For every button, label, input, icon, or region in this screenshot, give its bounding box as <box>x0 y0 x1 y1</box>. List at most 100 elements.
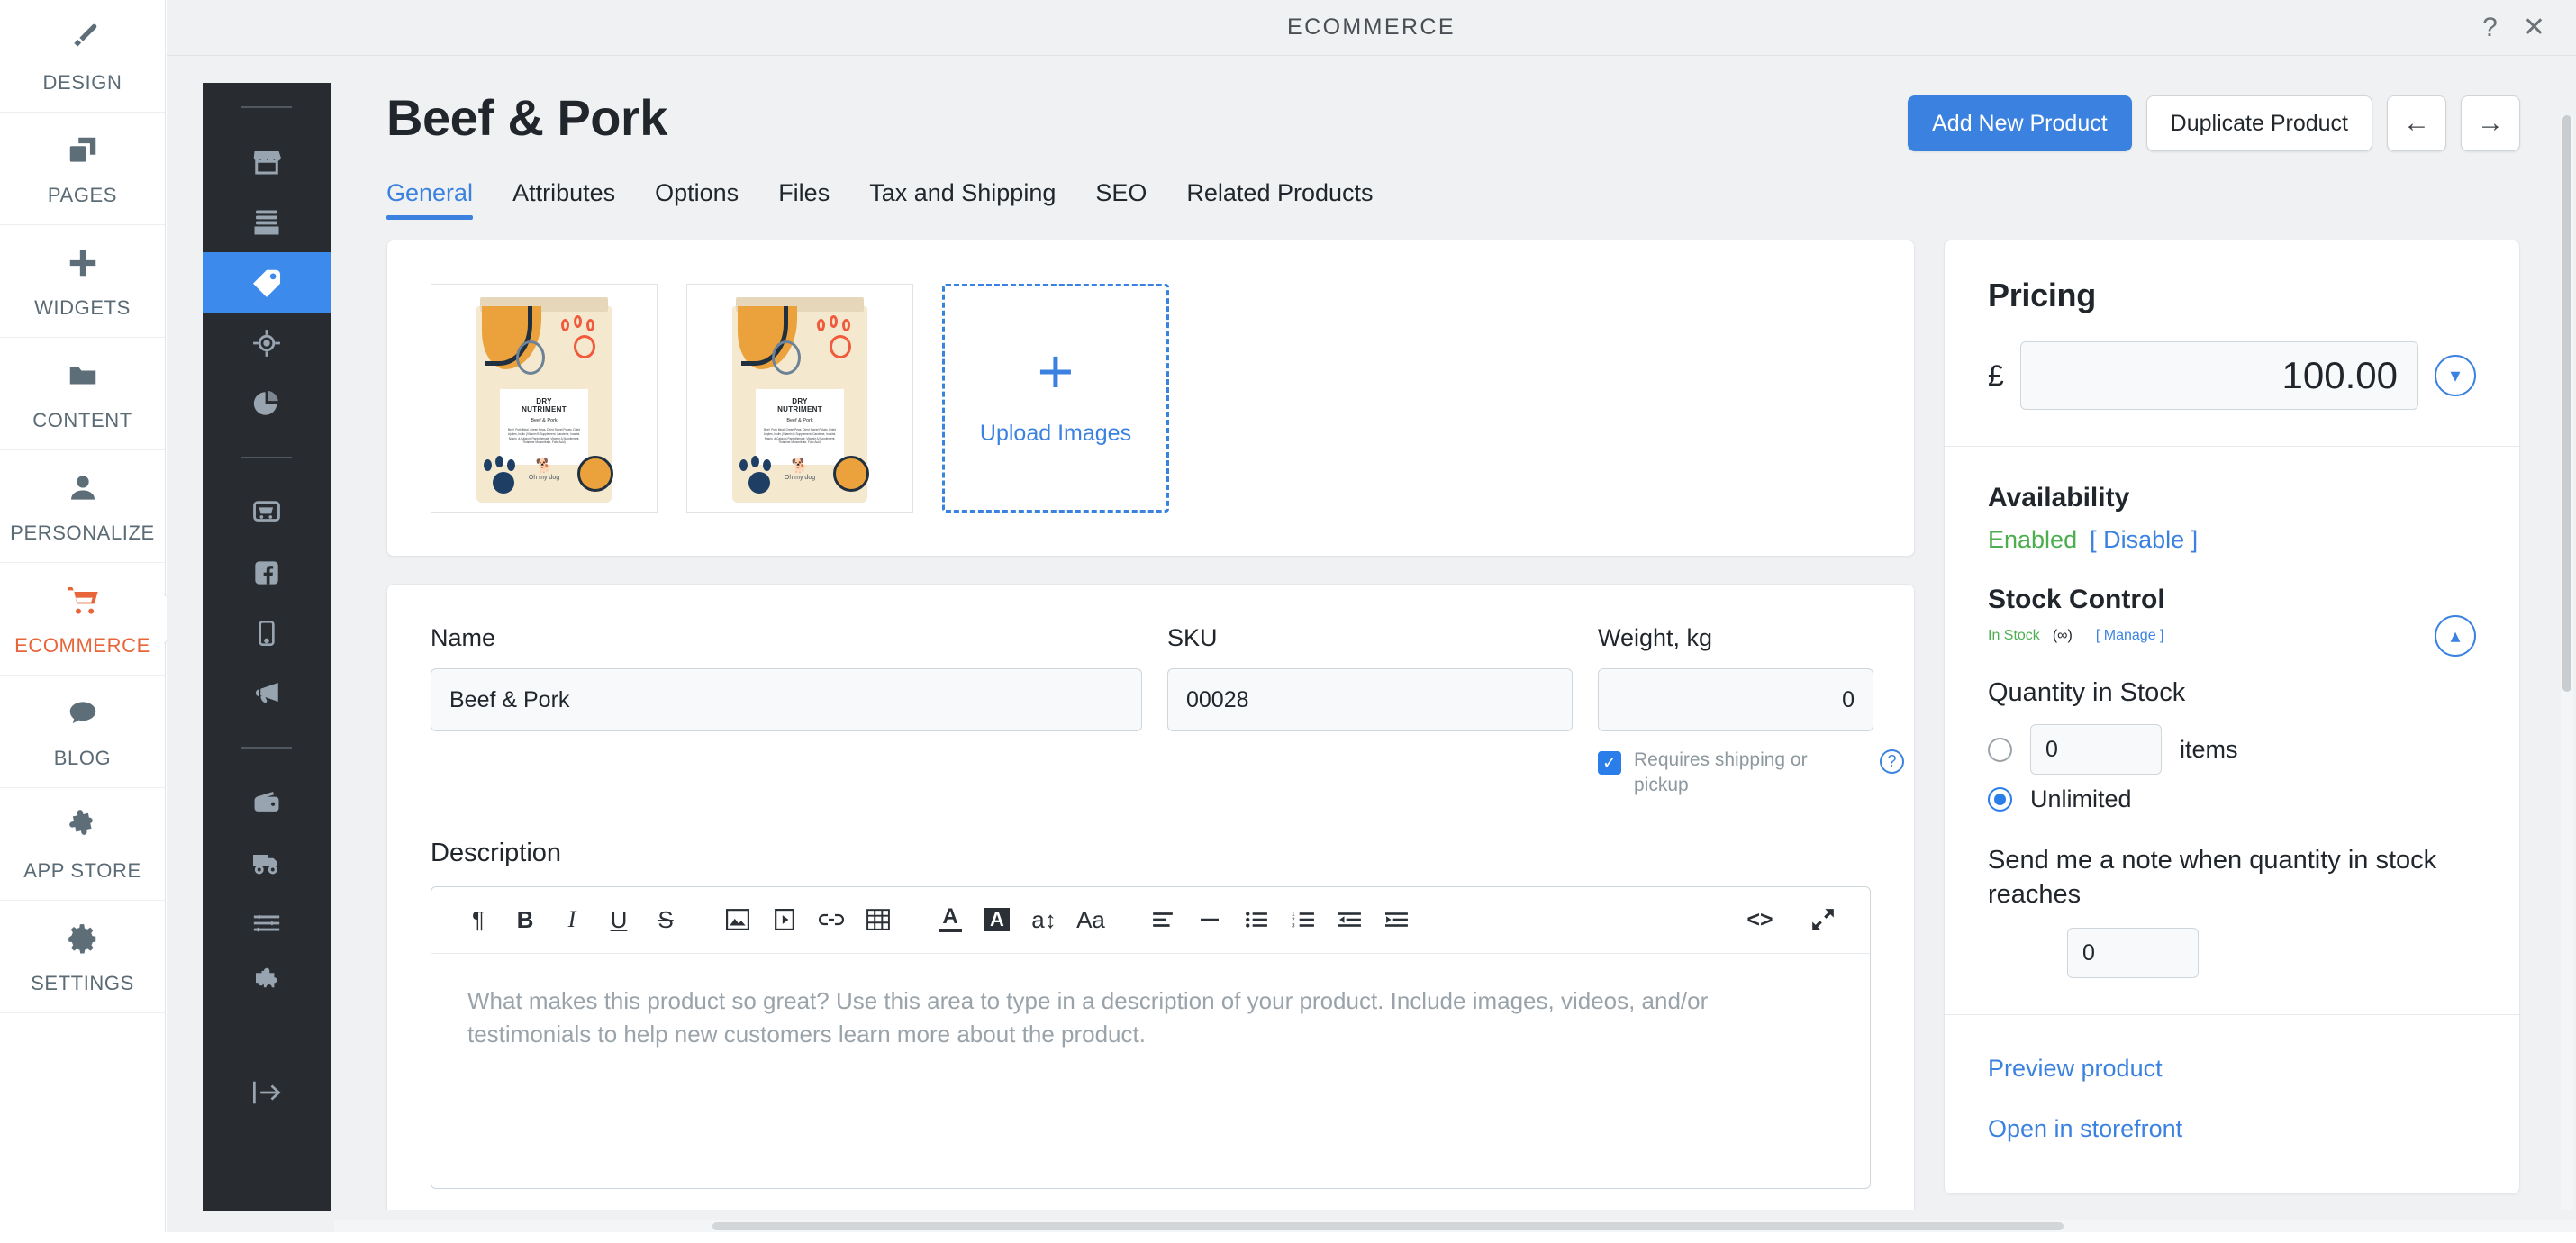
upload-images-dropzone[interactable]: + Upload Images <box>942 284 1169 513</box>
close-icon[interactable]: ✕ <box>2523 14 2545 41</box>
manage-stock-link[interactable]: [ Manage ] <box>2096 628 2164 644</box>
product-image-thumbnail[interactable]: DRY NUTRIMENT Beef & Pork Beef, Pork Mea… <box>431 284 658 513</box>
add-new-product-button[interactable]: Add New Product <box>1908 95 2132 151</box>
availability-status: Enabled <box>1988 526 2078 553</box>
bold-icon[interactable]: B <box>502 896 549 943</box>
preview-product-link[interactable]: Preview product <box>1988 1055 2476 1083</box>
insert-video-icon[interactable] <box>761 896 808 943</box>
outdent-icon[interactable] <box>1327 896 1374 943</box>
person-icon <box>66 467 100 509</box>
name-input[interactable]: Beef & Pork <box>431 668 1142 731</box>
panel-links: Preview product Open in storefront <box>1945 1015 2519 1193</box>
page-bottom-strip <box>0 1232 2576 1243</box>
rail-item-shipping[interactable] <box>203 832 331 893</box>
quantity-unlimited-row: Unlimited <box>1988 785 2476 813</box>
side-column: Pricing £ 100.00 ▾ Availability Enabled <box>1944 240 2520 1195</box>
italic-icon[interactable]: I <box>549 896 595 943</box>
tab-tax-and-shipping[interactable]: Tax and Shipping <box>869 179 1056 220</box>
rail-item-reports[interactable] <box>203 373 331 433</box>
fullscreen-icon[interactable] <box>1800 896 1846 943</box>
tab-attributes[interactable]: Attributes <box>512 179 615 220</box>
rail-item-facebook[interactable] <box>203 542 331 603</box>
arrow-left-icon[interactable]: ← <box>2387 95 2446 151</box>
brush-icon <box>65 17 101 59</box>
product-image-thumbnail[interactable]: DRY NUTRIMENT Beef & Pork Beef, Pork Mea… <box>686 284 913 513</box>
weight-input[interactable]: 0 <box>1598 668 1873 731</box>
horizontal-scrollbar-thumb[interactable] <box>712 1222 2064 1230</box>
rail-item-exit[interactable] <box>203 1062 331 1122</box>
sidebar-item-pages[interactable]: PAGES <box>0 113 165 225</box>
description-textarea[interactable]: What makes this product so great? Use th… <box>431 954 1870 1188</box>
chevron-down-icon[interactable]: ▾ <box>2435 355 2476 396</box>
rail-item-shopping-cart[interactable] <box>203 482 331 542</box>
tab-files[interactable]: Files <box>778 179 830 220</box>
sidebar-item-personalize[interactable]: PERSONALIZE <box>0 450 165 563</box>
rail-item-promotions[interactable] <box>203 313 331 373</box>
requires-shipping-checkbox[interactable]: ✓ <box>1598 751 1621 775</box>
insert-table-icon[interactable] <box>855 896 902 943</box>
insert-link-icon[interactable] <box>808 896 855 943</box>
sidebar-item-app-store[interactable]: APP STORE <box>0 788 165 901</box>
paw-print-decor <box>559 315 603 364</box>
stock-quantity-symbol: (∞) <box>2052 628 2073 643</box>
code-view-icon[interactable]: <> <box>1737 896 1783 943</box>
puzzle-icon <box>66 805 100 847</box>
rail-item-apps[interactable] <box>203 953 331 1013</box>
sidebar-item-blog[interactable]: BLOG <box>0 676 165 788</box>
font-size-icon[interactable]: a↕ <box>1020 896 1067 943</box>
folder-icon <box>66 355 100 396</box>
rail-item-mobile[interactable] <box>203 603 331 663</box>
rail-item-payments[interactable] <box>203 772 331 832</box>
quantity-items-radio[interactable] <box>1988 737 2012 762</box>
chevron-up-icon[interactable]: ▴ <box>2435 615 2476 657</box>
quantity-unlimited-radio[interactable] <box>1988 787 2012 812</box>
help-icon[interactable]: ? <box>1880 749 1904 774</box>
quantity-in-stock-heading: Quantity in Stock <box>1988 678 2186 707</box>
horizontal-scrollbar[interactable] <box>334 1220 2576 1232</box>
stock-control-heading: Stock Control <box>1988 585 2165 614</box>
rail-item-marketing[interactable] <box>203 663 331 723</box>
indent-icon[interactable] <box>1374 896 1420 943</box>
rail-item-store[interactable] <box>203 132 331 192</box>
low-stock-threshold-input[interactable]: 0 <box>2067 928 2199 979</box>
sidebar-item-ecommerce[interactable]: ECOMMERCE <box>0 563 165 676</box>
sidebar-item-design[interactable]: DESIGN <box>0 0 165 113</box>
tab-options[interactable]: Options <box>655 179 739 220</box>
sidebar-item-content[interactable]: CONTENT <box>0 338 165 450</box>
align-icon[interactable] <box>1139 896 1186 943</box>
price-input[interactable]: 100.00 <box>2019 341 2418 410</box>
horizontal-rule-icon[interactable] <box>1186 896 1233 943</box>
rail-item-products[interactable] <box>203 252 331 313</box>
editor-toolbar-right: <> <box>1737 896 1846 943</box>
highlight-color-icon[interactable]: A <box>974 896 1020 943</box>
duplicate-product-button[interactable]: Duplicate Product <box>2145 95 2372 151</box>
strikethrough-icon[interactable]: S <box>642 896 689 943</box>
rail-item-orders[interactable] <box>203 192 331 252</box>
sidebar-item-widgets[interactable]: WIDGETS <box>0 225 165 338</box>
tab-seo[interactable]: SEO <box>1095 179 1147 220</box>
arrow-right-icon[interactable]: → <box>2461 95 2520 151</box>
numbered-list-icon[interactable]: 123 <box>1280 896 1327 943</box>
help-icon[interactable]: ? <box>2482 14 2498 41</box>
stock-status-row: In Stock (∞) [ Manage ] ▴ <box>1988 615 2476 657</box>
brand-line-2: NUTRIMENT <box>522 405 567 413</box>
text-color-icon[interactable]: A <box>927 896 974 943</box>
rail-item-settings[interactable] <box>203 893 331 953</box>
brand-line-1: DRY <box>792 397 808 405</box>
disable-availability-link[interactable]: [ Disable ] <box>2090 526 2198 554</box>
tab-related-products[interactable]: Related Products <box>1186 179 1373 220</box>
open-in-storefront-link[interactable]: Open in storefront <box>1988 1115 2476 1143</box>
font-family-icon[interactable]: Aa <box>1067 896 1114 943</box>
paragraph-icon[interactable]: ¶ <box>455 896 502 943</box>
insert-image-icon[interactable] <box>714 896 761 943</box>
sku-input[interactable]: 00028 <box>1167 668 1573 731</box>
availability-status-row: Enabled [ Disable ] <box>1988 526 2476 554</box>
main-column: DRY NUTRIMENT Beef & Pork Beef, Pork Mea… <box>386 240 1915 1210</box>
vertical-scrollbar[interactable] <box>2561 115 2573 1210</box>
tab-general[interactable]: General <box>386 179 474 220</box>
vertical-scrollbar-thumb[interactable] <box>2562 115 2571 692</box>
underline-icon[interactable]: U <box>595 896 642 943</box>
sidebar-item-settings[interactable]: SETTINGS <box>0 901 165 1013</box>
bullet-list-icon[interactable] <box>1233 896 1280 943</box>
quantity-items-input[interactable]: 0 <box>2030 724 2162 775</box>
